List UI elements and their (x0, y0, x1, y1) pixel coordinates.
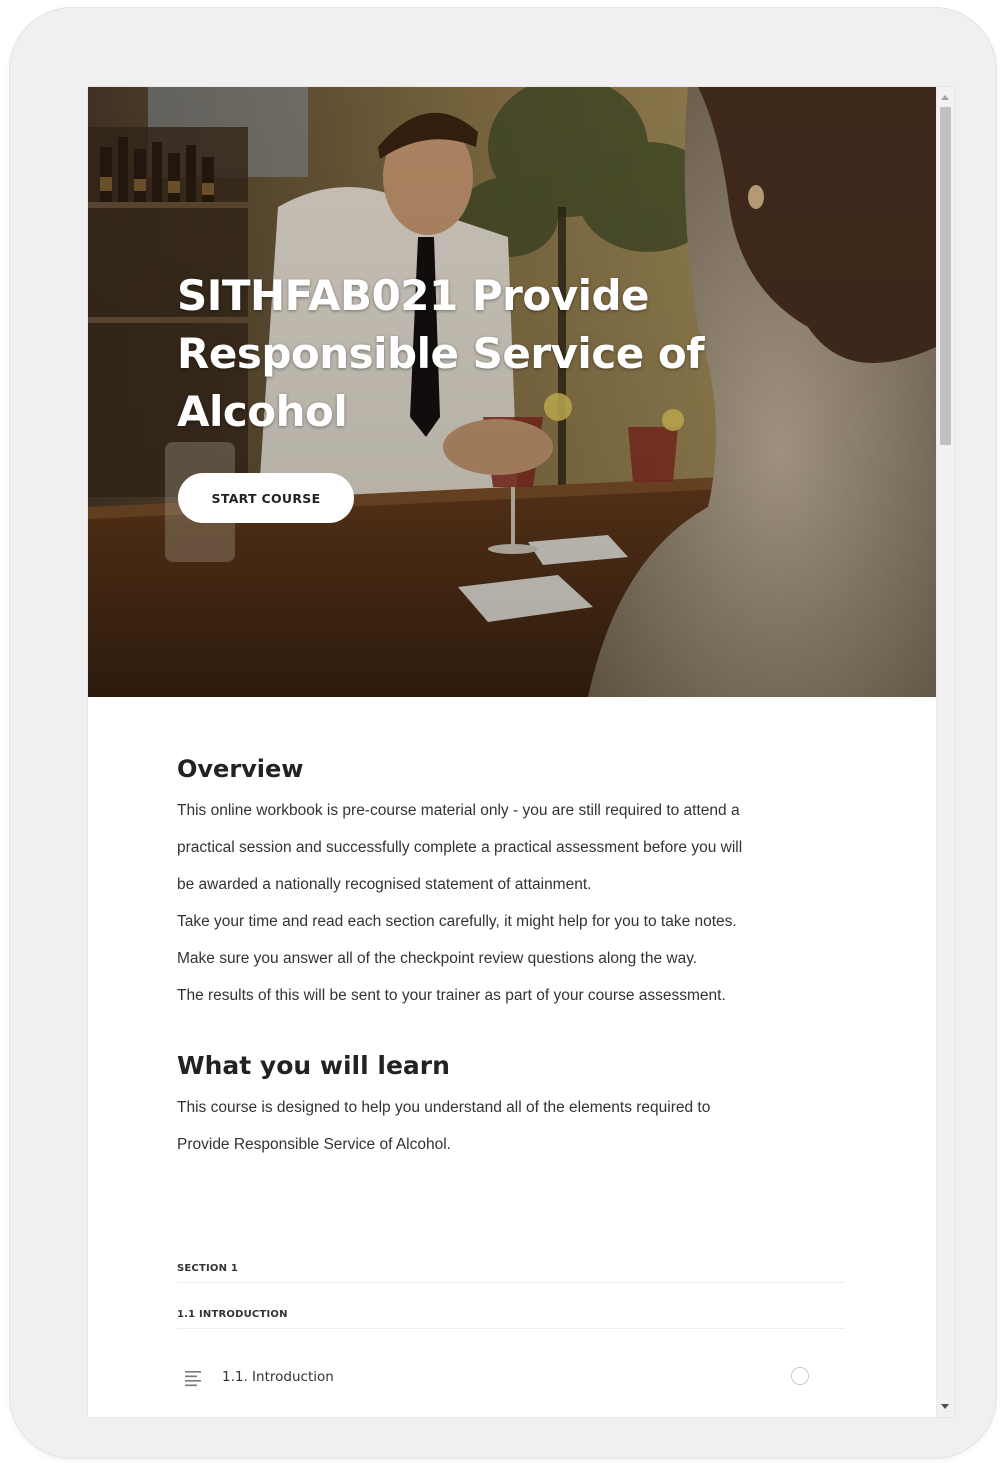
text-lines-icon (185, 1371, 201, 1387)
course-screen: SITHFAB021 Provide Responsible Service o… (87, 86, 955, 1418)
overview-line: be awarded a nationally recognised state… (177, 876, 592, 893)
learn-line: This course is designed to help you unde… (177, 1099, 711, 1116)
scrollbar[interactable] (936, 87, 954, 1417)
lesson-status-icon (791, 1367, 809, 1385)
scroll-down-arrow-icon[interactable] (941, 1404, 949, 1409)
scroll-thumb[interactable] (940, 107, 951, 445)
overview-heading: Overview (177, 755, 304, 783)
tablet-frame: SITHFAB021 Provide Responsible Service o… (10, 8, 996, 1458)
course-title: SITHFAB021 Provide Responsible Service o… (177, 271, 704, 436)
scroll-up-arrow-icon[interactable] (941, 95, 949, 100)
course-content: SITHFAB021 Provide Responsible Service o… (88, 87, 936, 1417)
overview-line: practical session and successfully compl… (177, 839, 743, 856)
learn-heading: What you will learn (177, 1051, 450, 1080)
overview-text: This online workbook is pre-course mater… (177, 792, 857, 1014)
section-label: SECTION 1 (177, 1263, 845, 1283)
lesson-title: 1.1. Introduction (222, 1369, 334, 1385)
overview-line: Take your time and read each section car… (177, 913, 737, 930)
learn-line: Provide Responsible Service of Alcohol. (177, 1136, 451, 1153)
subsection-label: 1.1 INTRODUCTION (177, 1309, 845, 1329)
lesson-row-introduction[interactable]: 1.1. Introduction (177, 1355, 845, 1401)
overview-line: The results of this will be sent to your… (177, 987, 726, 1004)
overview-line: This online workbook is pre-course mater… (177, 802, 740, 819)
start-course-button[interactable]: START COURSE (178, 473, 354, 523)
learn-text: This course is designed to help you unde… (177, 1089, 857, 1163)
course-hero: SITHFAB021 Provide Responsible Service o… (88, 87, 936, 697)
overview-line: Make sure you answer all of the checkpoi… (177, 950, 698, 967)
